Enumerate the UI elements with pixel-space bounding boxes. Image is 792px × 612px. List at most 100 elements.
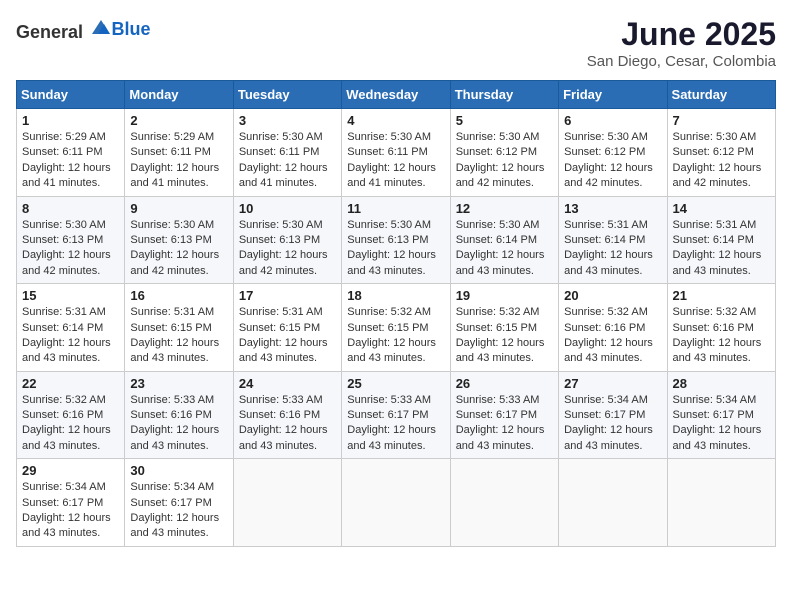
- calendar-cell: 20 Sunrise: 5:32 AM Sunset: 6:16 PM Dayl…: [559, 284, 667, 372]
- day-number: 6: [564, 113, 661, 128]
- day-detail: Sunrise: 5:30 AM Sunset: 6:13 PM Dayligh…: [239, 218, 336, 280]
- logo: General Blue: [16, 16, 151, 43]
- day-detail: Sunrise: 5:31 AM Sunset: 6:15 PM Dayligh…: [239, 305, 336, 367]
- day-number: 29: [22, 463, 119, 478]
- calendar-cell: 8 Sunrise: 5:30 AM Sunset: 6:13 PM Dayli…: [17, 196, 125, 284]
- calendar-cell: 12 Sunrise: 5:30 AM Sunset: 6:14 PM Dayl…: [450, 196, 558, 284]
- calendar-cell: [233, 459, 341, 547]
- day-detail: Sunrise: 5:32 AM Sunset: 6:16 PM Dayligh…: [22, 393, 119, 455]
- calendar-row: 8 Sunrise: 5:30 AM Sunset: 6:13 PM Dayli…: [17, 196, 776, 284]
- calendar-header-row: Sunday Monday Tuesday Wednesday Thursday…: [17, 81, 776, 109]
- calendar-cell: 14 Sunrise: 5:31 AM Sunset: 6:14 PM Dayl…: [667, 196, 775, 284]
- day-number: 2: [130, 113, 227, 128]
- day-number: 16: [130, 288, 227, 303]
- day-number: 10: [239, 201, 336, 216]
- header-wednesday: Wednesday: [342, 81, 450, 109]
- day-number: 17: [239, 288, 336, 303]
- location-subtitle: San Diego, Cesar, Colombia: [587, 53, 776, 70]
- calendar-cell: 13 Sunrise: 5:31 AM Sunset: 6:14 PM Dayl…: [559, 196, 667, 284]
- month-title: June 2025: [587, 16, 776, 53]
- calendar-cell: 16 Sunrise: 5:31 AM Sunset: 6:15 PM Dayl…: [125, 284, 233, 372]
- calendar-cell: 11 Sunrise: 5:30 AM Sunset: 6:13 PM Dayl…: [342, 196, 450, 284]
- calendar-row: 22 Sunrise: 5:32 AM Sunset: 6:16 PM Dayl…: [17, 371, 776, 459]
- calendar-cell: 5 Sunrise: 5:30 AM Sunset: 6:12 PM Dayli…: [450, 109, 558, 197]
- day-number: 7: [673, 113, 770, 128]
- calendar-cell: 1 Sunrise: 5:29 AM Sunset: 6:11 PM Dayli…: [17, 109, 125, 197]
- page-header: General Blue June 2025 San Diego, Cesar,…: [16, 16, 776, 70]
- calendar-cell: 7 Sunrise: 5:30 AM Sunset: 6:12 PM Dayli…: [667, 109, 775, 197]
- day-detail: Sunrise: 5:33 AM Sunset: 6:16 PM Dayligh…: [130, 393, 227, 455]
- calendar-cell: 4 Sunrise: 5:30 AM Sunset: 6:11 PM Dayli…: [342, 109, 450, 197]
- day-detail: Sunrise: 5:31 AM Sunset: 6:15 PM Dayligh…: [130, 305, 227, 367]
- day-detail: Sunrise: 5:30 AM Sunset: 6:12 PM Dayligh…: [456, 130, 553, 192]
- day-number: 19: [456, 288, 553, 303]
- calendar-cell: 6 Sunrise: 5:30 AM Sunset: 6:12 PM Dayli…: [559, 109, 667, 197]
- day-number: 4: [347, 113, 444, 128]
- calendar-cell: 22 Sunrise: 5:32 AM Sunset: 6:16 PM Dayl…: [17, 371, 125, 459]
- calendar-cell: 18 Sunrise: 5:32 AM Sunset: 6:15 PM Dayl…: [342, 284, 450, 372]
- day-detail: Sunrise: 5:30 AM Sunset: 6:13 PM Dayligh…: [347, 218, 444, 280]
- day-detail: Sunrise: 5:30 AM Sunset: 6:14 PM Dayligh…: [456, 218, 553, 280]
- day-detail: Sunrise: 5:34 AM Sunset: 6:17 PM Dayligh…: [673, 393, 770, 455]
- calendar-cell: 9 Sunrise: 5:30 AM Sunset: 6:13 PM Dayli…: [125, 196, 233, 284]
- title-area: June 2025 San Diego, Cesar, Colombia: [587, 16, 776, 70]
- day-detail: Sunrise: 5:33 AM Sunset: 6:16 PM Dayligh…: [239, 393, 336, 455]
- day-number: 27: [564, 376, 661, 391]
- day-number: 9: [130, 201, 227, 216]
- calendar-cell: 25 Sunrise: 5:33 AM Sunset: 6:17 PM Dayl…: [342, 371, 450, 459]
- day-detail: Sunrise: 5:30 AM Sunset: 6:13 PM Dayligh…: [22, 218, 119, 280]
- logo-blue: Blue: [112, 19, 151, 39]
- day-number: 22: [22, 376, 119, 391]
- day-number: 15: [22, 288, 119, 303]
- day-number: 20: [564, 288, 661, 303]
- day-number: 26: [456, 376, 553, 391]
- calendar-row: 15 Sunrise: 5:31 AM Sunset: 6:14 PM Dayl…: [17, 284, 776, 372]
- day-detail: Sunrise: 5:32 AM Sunset: 6:16 PM Dayligh…: [673, 305, 770, 367]
- day-number: 3: [239, 113, 336, 128]
- day-number: 18: [347, 288, 444, 303]
- day-detail: Sunrise: 5:32 AM Sunset: 6:15 PM Dayligh…: [347, 305, 444, 367]
- day-number: 24: [239, 376, 336, 391]
- header-monday: Monday: [125, 81, 233, 109]
- day-number: 5: [456, 113, 553, 128]
- calendar-cell: [667, 459, 775, 547]
- calendar-cell: 10 Sunrise: 5:30 AM Sunset: 6:13 PM Dayl…: [233, 196, 341, 284]
- calendar-row: 29 Sunrise: 5:34 AM Sunset: 6:17 PM Dayl…: [17, 459, 776, 547]
- day-number: 14: [673, 201, 770, 216]
- calendar-cell: 24 Sunrise: 5:33 AM Sunset: 6:16 PM Dayl…: [233, 371, 341, 459]
- day-detail: Sunrise: 5:30 AM Sunset: 6:12 PM Dayligh…: [564, 130, 661, 192]
- day-number: 11: [347, 201, 444, 216]
- day-number: 8: [22, 201, 119, 216]
- header-sunday: Sunday: [17, 81, 125, 109]
- calendar-cell: [559, 459, 667, 547]
- day-detail: Sunrise: 5:33 AM Sunset: 6:17 PM Dayligh…: [347, 393, 444, 455]
- logo-icon: [90, 16, 112, 38]
- day-number: 23: [130, 376, 227, 391]
- calendar-cell: 15 Sunrise: 5:31 AM Sunset: 6:14 PM Dayl…: [17, 284, 125, 372]
- day-detail: Sunrise: 5:34 AM Sunset: 6:17 PM Dayligh…: [22, 480, 119, 542]
- calendar-cell: 17 Sunrise: 5:31 AM Sunset: 6:15 PM Dayl…: [233, 284, 341, 372]
- day-number: 21: [673, 288, 770, 303]
- header-saturday: Saturday: [667, 81, 775, 109]
- header-tuesday: Tuesday: [233, 81, 341, 109]
- calendar-cell: 26 Sunrise: 5:33 AM Sunset: 6:17 PM Dayl…: [450, 371, 558, 459]
- day-detail: Sunrise: 5:29 AM Sunset: 6:11 PM Dayligh…: [130, 130, 227, 192]
- day-detail: Sunrise: 5:34 AM Sunset: 6:17 PM Dayligh…: [130, 480, 227, 542]
- calendar-cell: 28 Sunrise: 5:34 AM Sunset: 6:17 PM Dayl…: [667, 371, 775, 459]
- day-number: 30: [130, 463, 227, 478]
- calendar-cell: 21 Sunrise: 5:32 AM Sunset: 6:16 PM Dayl…: [667, 284, 775, 372]
- calendar-cell: 2 Sunrise: 5:29 AM Sunset: 6:11 PM Dayli…: [125, 109, 233, 197]
- day-detail: Sunrise: 5:30 AM Sunset: 6:13 PM Dayligh…: [130, 218, 227, 280]
- day-detail: Sunrise: 5:30 AM Sunset: 6:11 PM Dayligh…: [347, 130, 444, 192]
- day-detail: Sunrise: 5:31 AM Sunset: 6:14 PM Dayligh…: [564, 218, 661, 280]
- day-detail: Sunrise: 5:32 AM Sunset: 6:16 PM Dayligh…: [564, 305, 661, 367]
- calendar-cell: 3 Sunrise: 5:30 AM Sunset: 6:11 PM Dayli…: [233, 109, 341, 197]
- day-number: 12: [456, 201, 553, 216]
- calendar-cell: [342, 459, 450, 547]
- day-number: 1: [22, 113, 119, 128]
- header-thursday: Thursday: [450, 81, 558, 109]
- calendar-cell: 19 Sunrise: 5:32 AM Sunset: 6:15 PM Dayl…: [450, 284, 558, 372]
- calendar-cell: 23 Sunrise: 5:33 AM Sunset: 6:16 PM Dayl…: [125, 371, 233, 459]
- calendar-cell: 27 Sunrise: 5:34 AM Sunset: 6:17 PM Dayl…: [559, 371, 667, 459]
- day-detail: Sunrise: 5:29 AM Sunset: 6:11 PM Dayligh…: [22, 130, 119, 192]
